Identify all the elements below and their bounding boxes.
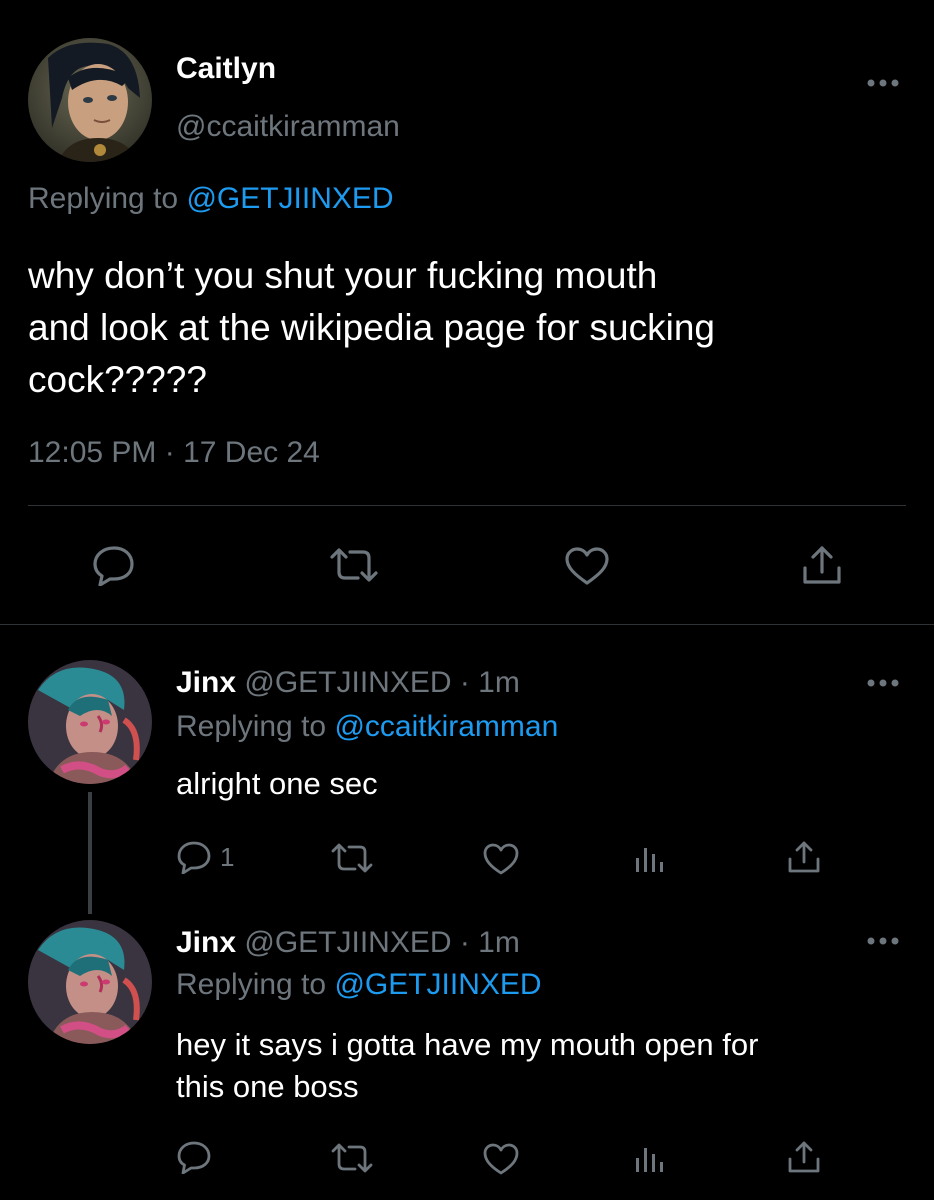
more-icon[interactable]	[866, 678, 900, 688]
replying-prefix: Replying to	[176, 968, 327, 1001]
reply-text-line: this one boss	[176, 1069, 359, 1104]
reply-text-line: hey it says i gotta have my mouth open f…	[176, 1027, 759, 1062]
analytics-icon[interactable]	[634, 842, 664, 874]
tweet-text-line: why don’t you shut your fucking mouth	[28, 255, 658, 296]
avatar-jinx[interactable]	[28, 660, 152, 784]
reply-author-name[interactable]: Jinx	[176, 926, 236, 959]
reply-icon[interactable]	[176, 840, 212, 874]
share-icon[interactable]	[786, 840, 822, 874]
tweet-text-line: and look at the wikipedia page for sucki…	[28, 307, 715, 348]
author-handle[interactable]: @ccaitkiramman	[176, 110, 400, 144]
replying-prefix: Replying to	[176, 710, 327, 743]
reply-header: Jinx @GETJIINXED · 1m	[176, 926, 520, 960]
reply-replying-to: Replying to @GETJIINXED	[176, 968, 542, 1002]
reply-author-name[interactable]: Jinx	[176, 666, 236, 699]
reply-header: Jinx @GETJIINXED · 1m	[176, 666, 520, 700]
retweet-icon[interactable]	[328, 546, 380, 584]
replying-prefix: Replying to	[28, 182, 179, 215]
analytics-icon[interactable]	[634, 1142, 664, 1174]
tweet-timestamp[interactable]: 12:05 PM · 17 Dec 24	[28, 436, 320, 470]
share-icon[interactable]	[800, 544, 844, 586]
section-divider	[0, 624, 934, 625]
tweet-text-line: cock?????	[28, 359, 207, 400]
reply-text: hey it says i gotta have my mouth open f…	[176, 1024, 758, 1108]
author-name[interactable]: Caitlyn	[176, 52, 276, 86]
action-divider	[28, 505, 906, 506]
retweet-icon[interactable]	[330, 842, 374, 874]
reply-text: alright one sec	[176, 766, 378, 801]
reply-handle-time[interactable]: @GETJIINXED · 1m	[244, 666, 519, 699]
share-icon[interactable]	[786, 1140, 822, 1174]
replying-to: Replying to @GETJIINXED	[28, 182, 394, 216]
more-icon[interactable]	[866, 78, 900, 88]
avatar-jinx[interactable]	[28, 920, 152, 1044]
avatar-caitlyn[interactable]	[28, 38, 152, 162]
reply-handle-time[interactable]: @GETJIINXED · 1m	[244, 926, 519, 959]
retweet-icon[interactable]	[330, 1142, 374, 1174]
replying-handle-link[interactable]: @ccaitkiramman	[334, 710, 558, 743]
like-icon[interactable]	[482, 842, 520, 876]
reply-replying-to: Replying to @ccaitkiramman	[176, 710, 558, 744]
more-icon[interactable]	[866, 936, 900, 946]
reply-count: 1	[220, 842, 235, 872]
tweet-text: why don’t you shut your fucking mouth an…	[28, 250, 715, 406]
replying-handle-link[interactable]: @GETJIINXED	[334, 968, 541, 1001]
like-icon[interactable]	[482, 1142, 520, 1176]
reply-icon[interactable]	[92, 544, 136, 586]
replying-handle-link[interactable]: @GETJIINXED	[186, 182, 393, 215]
like-icon[interactable]	[564, 546, 610, 586]
reply-icon[interactable]	[176, 1140, 212, 1174]
thread-connector-line	[88, 792, 92, 914]
